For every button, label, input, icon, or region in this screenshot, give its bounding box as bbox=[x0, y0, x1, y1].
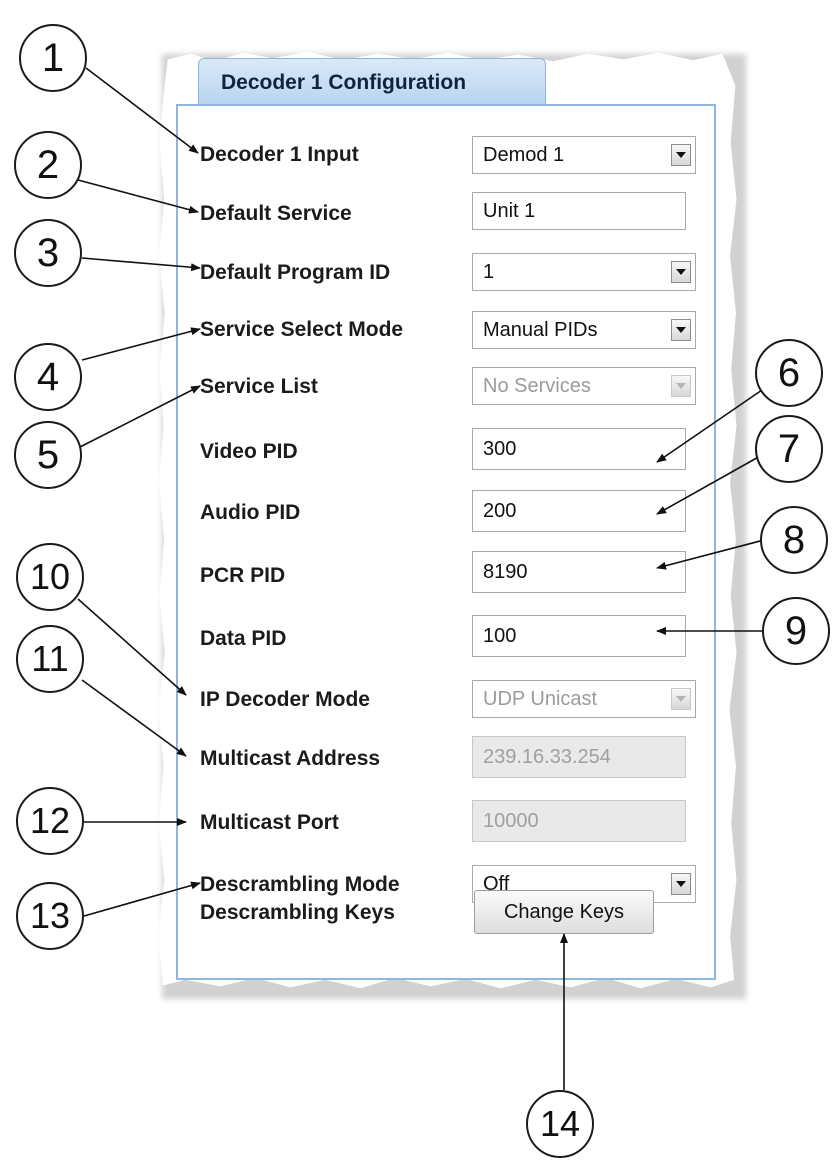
callout-9: 9 bbox=[762, 597, 830, 665]
callout-1: 1 bbox=[19, 24, 87, 92]
callout-13: 13 bbox=[16, 882, 84, 950]
callout-4: 4 bbox=[14, 343, 82, 411]
callout-7: 7 bbox=[755, 415, 823, 483]
callout-12: 12 bbox=[16, 787, 84, 855]
callout-14: 14 bbox=[526, 1090, 594, 1158]
callout-6: 6 bbox=[755, 339, 823, 407]
callout-2: 2 bbox=[14, 131, 82, 199]
callout-10: 10 bbox=[16, 543, 84, 611]
callout-leader-lines bbox=[77, 67, 768, 1090]
callout-5: 5 bbox=[14, 421, 82, 489]
callout-8: 8 bbox=[760, 506, 828, 574]
callout-11: 11 bbox=[16, 625, 84, 693]
callout-3: 3 bbox=[14, 219, 82, 287]
